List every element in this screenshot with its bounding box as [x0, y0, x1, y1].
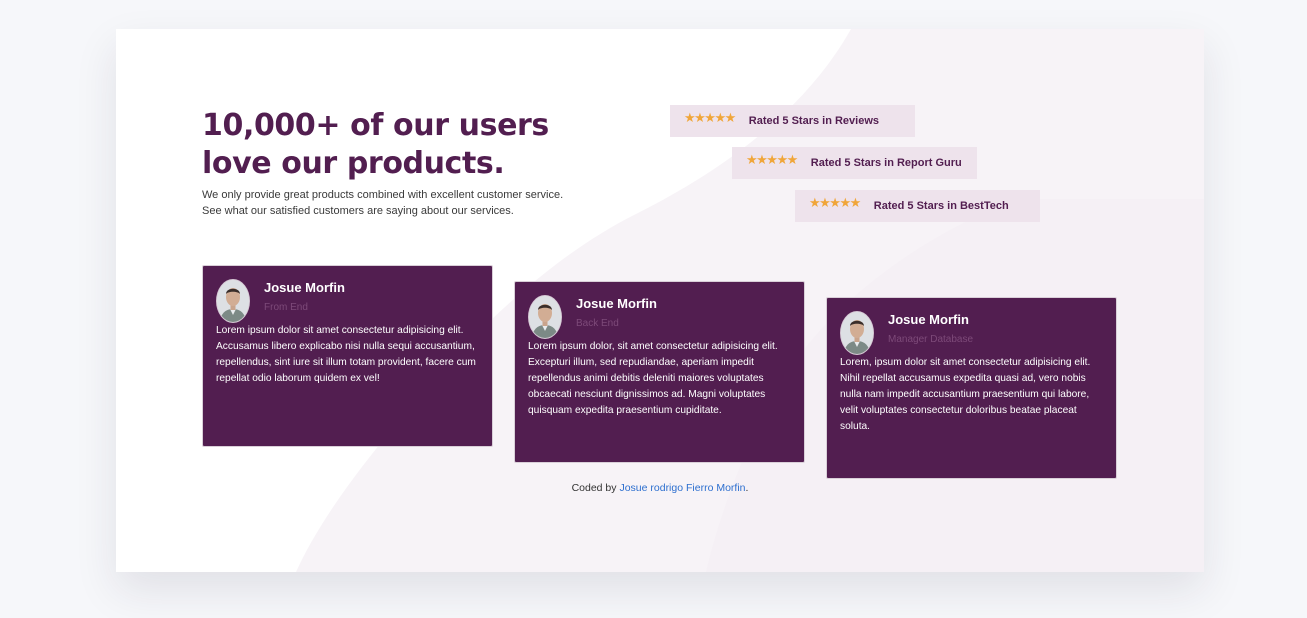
testimonial-card: Josue Morfin From End Lorem ipsum dolor …: [202, 265, 493, 447]
avatar: [528, 295, 562, 339]
person-icon: [529, 296, 561, 338]
footer-suffix: .: [745, 482, 749, 494]
reviewer-name: Josue Morfin: [888, 312, 969, 327]
intro-text: We only provide great products combined …: [202, 189, 564, 217]
testimonial-card: Josue Morfin Manager Database Lorem, ips…: [826, 297, 1117, 479]
testimonial-text: Lorem ipsum dolor, sit amet consectetur …: [528, 341, 778, 416]
page-title: 10,000+ of our users love our products.: [202, 107, 622, 183]
headline-line-1: 10,000+ of our users: [202, 108, 549, 143]
reviewer-role: Manager Database: [888, 334, 974, 345]
rating-badge-besttech: ★★★★★ Rated 5 Stars in BestTech: [795, 190, 1040, 222]
footer-prefix: Coded by: [571, 482, 620, 494]
rating-badge-reviews: ★★★★★ Rated 5 Stars in Reviews: [670, 105, 915, 137]
five-stars-icon: ★★★★★: [809, 195, 861, 211]
reviewer-role: From End: [264, 302, 308, 313]
reviewer-role: Back End: [576, 318, 619, 329]
testimonial-card: Josue Morfin Back End Lorem ipsum dolor,…: [514, 281, 805, 463]
footer-credit: Coded by Josue rodrigo Fierro Morfin.: [116, 482, 1204, 494]
person-icon: [841, 312, 873, 354]
five-stars-icon: ★★★★★: [684, 110, 736, 126]
reviewer-name: Josue Morfin: [576, 296, 657, 311]
testimonials-section: 10,000+ of our users love our products. …: [116, 29, 1204, 572]
rating-badge-report-guru: ★★★★★ Rated 5 Stars in Report Guru: [732, 147, 977, 179]
five-stars-icon: ★★★★★: [746, 152, 798, 168]
testimonial-text: Lorem ipsum dolor sit amet consectetur a…: [216, 325, 476, 384]
testimonial-text: Lorem, ipsum dolor sit amet consectetur …: [840, 357, 1091, 432]
reviewer-name: Josue Morfin: [264, 280, 345, 295]
rating-label: Rated 5 Stars in Report Guru: [810, 157, 962, 169]
rating-label: Rated 5 Stars in BestTech: [873, 200, 1009, 212]
author-link[interactable]: Josue rodrigo Fierro Morfin: [619, 482, 745, 494]
person-icon: [217, 280, 249, 322]
headline-line-2: love our products.: [202, 146, 505, 181]
avatar: [216, 279, 250, 323]
rating-label: Rated 5 Stars in Reviews: [748, 115, 880, 127]
avatar: [840, 311, 874, 355]
